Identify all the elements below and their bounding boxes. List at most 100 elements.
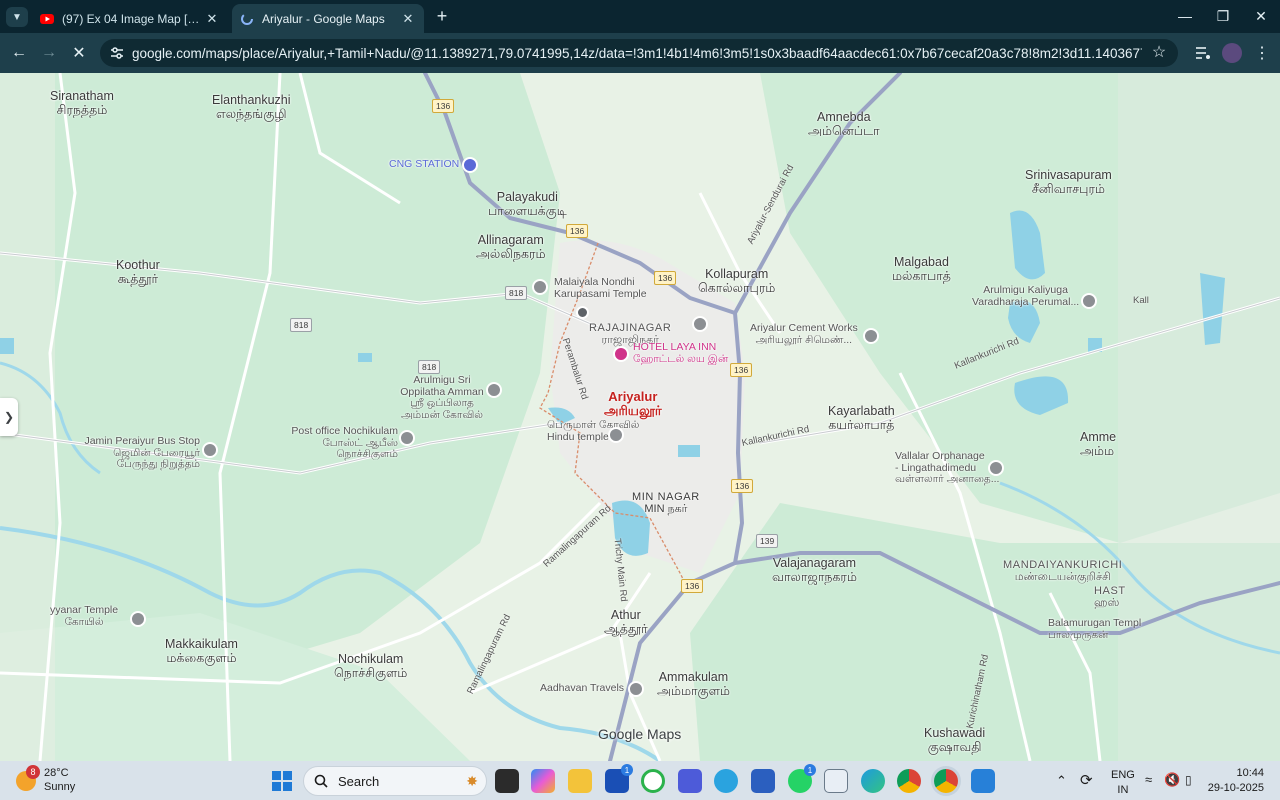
place-label[interactable]: Kayarlabath கயர்லாபாத் — [828, 404, 895, 433]
address-bar[interactable]: google.com/maps/place/Ariyalur,+Tamil+Na… — [100, 39, 1178, 67]
telegram-icon[interactable] — [714, 769, 738, 793]
sync-icon[interactable]: ⟳ — [1080, 771, 1093, 789]
place-label[interactable]: Nochikulam நொச்சிகுளம் — [334, 652, 407, 681]
landmark-pin-icon[interactable] — [692, 316, 708, 332]
place-label[interactable]: Siranatham சிரநத்தம் — [50, 89, 114, 118]
language-indicator[interactable]: ENG IN — [1111, 768, 1135, 798]
orphanage-pin-icon[interactable] — [988, 460, 1004, 476]
tab-close-icon[interactable]: ✕ — [204, 11, 220, 27]
windows-taskbar: 8 28°C Sunny Search ✸ 1 1 ⌃ ⟳ ENG IN ≈ 🔇 ▯… — [0, 761, 1280, 800]
road-shield-818: 818 — [418, 360, 441, 374]
weather-widget[interactable]: 8 28°C Sunny — [16, 765, 75, 796]
minimize-button[interactable]: — — [1170, 4, 1200, 28]
road-shield-818: 818 — [505, 286, 528, 300]
map-canvas[interactable]: 136 136 136 136 136 136 818 818 818 139 … — [0, 73, 1280, 761]
taskbar-search-box[interactable]: Search ✸ — [303, 766, 487, 796]
place-label[interactable]: Malgabad மல்காபாத் — [892, 255, 951, 284]
tab-youtube[interactable]: (97) Ex 04 Image Map [English V ✕ — [32, 4, 228, 33]
temple-pin-icon[interactable] — [130, 611, 146, 627]
travel-agency-pin-icon[interactable] — [628, 681, 644, 697]
city-label-ariyalur[interactable]: Ariyalur அரியலூர் — [604, 389, 662, 419]
chrome-icon[interactable] — [897, 769, 921, 793]
poi-label[interactable]: பெருமாள் கோவில் Hindu temple — [547, 419, 639, 443]
poi-label[interactable]: yyanar Temple கோயில் — [50, 604, 118, 628]
learning-app-icon[interactable]: 1 — [605, 764, 633, 793]
neighborhood-label[interactable]: HAST ஹஸ் — [1094, 585, 1126, 609]
maximize-button[interactable]: ❐ — [1208, 4, 1238, 28]
copilot-icon[interactable] — [531, 769, 555, 793]
forward-button[interactable]: → — [38, 42, 60, 64]
file-explorer-icon[interactable] — [568, 769, 592, 793]
place-label[interactable]: Srinivasapuram சீனிவாசபுரம் — [1025, 168, 1112, 197]
place-label[interactable]: Allinagaram அல்லிநகரம் — [476, 233, 546, 262]
hotel-pin-icon[interactable] — [613, 346, 629, 362]
place-label[interactable]: Amnebda அம்னெப்டா — [808, 110, 880, 139]
stop-loading-button[interactable]: ✕ — [68, 42, 90, 64]
whatsapp-icon[interactable]: 1 — [788, 764, 816, 793]
bookmark-star-icon[interactable]: ☆ — [1150, 44, 1168, 62]
profile-avatar[interactable] — [1221, 42, 1243, 64]
place-label[interactable]: Ammakulam அம்மாகுளம் — [657, 670, 730, 699]
loop-app-icon[interactable] — [641, 769, 665, 793]
poi-label[interactable]: Malaiyala Nondhi Karupasami Temple — [554, 276, 647, 300]
bus-stop-pin-icon[interactable] — [202, 442, 218, 458]
place-label[interactable]: Palayakudi பாளையக்குடி — [488, 190, 567, 219]
factory-pin-icon[interactable] — [863, 328, 879, 344]
sun-icon: 8 — [16, 765, 40, 791]
temple-pin-icon[interactable] — [486, 382, 502, 398]
place-label[interactable]: Amme அம்ம — [1080, 430, 1116, 459]
poi-label[interactable]: CNG STATION — [389, 158, 459, 171]
road-shield-136: 136 — [432, 99, 455, 113]
app-icon[interactable] — [678, 769, 702, 793]
temple-pin-icon[interactable] — [608, 427, 624, 443]
poi-label[interactable]: Arulmigu Sri Oppilatha Amman ஸ்ரீ ஒப்பிலா… — [400, 374, 484, 421]
site-settings-icon[interactable] — [109, 45, 125, 61]
expand-side-panel-button[interactable]: ❯ — [0, 398, 18, 436]
post-office-pin-icon[interactable] — [399, 430, 415, 446]
windows-start-icon[interactable] — [272, 771, 292, 791]
battery-icon[interactable]: ▯ — [1185, 773, 1192, 787]
poi-label[interactable]: Ariyalur Cement Works அரியலூர் சிமெண்... — [750, 322, 858, 346]
url-text: google.com/maps/place/Ariyalur,+Tamil+Na… — [132, 45, 1142, 61]
tab-search-button[interactable]: ▼ — [6, 7, 28, 27]
neighborhood-label[interactable]: MANDAIYANKURICHI மண்டையன்குறிச்சி — [1003, 559, 1122, 583]
temple-pin-icon[interactable] — [532, 279, 548, 295]
place-label[interactable]: Kushawadi குஷாவதி — [924, 726, 985, 755]
vscode-icon[interactable] — [971, 769, 995, 793]
document-app-icon[interactable] — [824, 769, 848, 793]
poi-label[interactable]: Balamurugan Templ பாலமுருகன் — [1048, 617, 1141, 641]
reading-list-icon[interactable] — [1192, 42, 1214, 64]
chrome-profile-icon[interactable] — [934, 769, 958, 793]
place-label[interactable]: Kollapuram கொல்லாபுரம் — [698, 267, 775, 296]
new-tab-button[interactable]: + — [432, 6, 452, 26]
place-label[interactable]: MIN NAGAR MIN நகர் — [632, 491, 700, 515]
poi-label[interactable]: Jamin Peraiyur Bus Stop ஜெமின் பேரையூர் ப… — [82, 435, 200, 471]
edge-icon[interactable] — [861, 769, 885, 793]
place-label[interactable]: Elanthankuzhi எலந்தங்குழி — [212, 93, 291, 122]
road-shield-136: 136 — [654, 271, 677, 285]
poi-label[interactable]: Aadhavan Travels — [540, 682, 624, 695]
task-view-icon[interactable] — [495, 769, 519, 793]
hotel-label[interactable]: HOTEL LAYA INN ஹோட்டல் லய இன் — [633, 341, 728, 365]
place-label[interactable]: Koothur கூத்தூர் — [116, 258, 160, 287]
poi-label[interactable]: Arulmigu Kaliyuga Varadharaja Perumal... — [972, 284, 1079, 308]
tab-google-maps[interactable]: Ariyalur - Google Maps ✕ — [232, 4, 424, 33]
tab-close-icon[interactable]: ✕ — [400, 11, 416, 27]
gas-station-pin-icon[interactable] — [462, 157, 478, 173]
browser-menu-icon[interactable]: ⋮ — [1251, 42, 1273, 64]
poi-label[interactable]: Post office Nochikulam போஸ்ட் ஆபீஸ் நொச்ச… — [283, 425, 398, 461]
close-window-button[interactable]: ✕ — [1246, 4, 1276, 28]
place-label[interactable]: Valajanagaram வாலாஜாநகரம் — [772, 556, 857, 585]
hospital-pin-icon[interactable] — [576, 306, 589, 319]
system-clock[interactable]: 10:44 29-10-2025 — [1208, 766, 1264, 796]
poi-label[interactable]: Vallalar Orphanage - Lingathadimedu வள்ளல… — [895, 450, 999, 486]
wifi-icon[interactable]: ≈ — [1145, 772, 1152, 787]
search-icon — [314, 774, 328, 788]
place-label[interactable]: Athur ஆத்தூர் — [604, 608, 648, 637]
back-button[interactable]: ← — [8, 42, 30, 64]
temple-pin-icon[interactable] — [1081, 293, 1097, 309]
store-icon[interactable] — [751, 769, 775, 793]
show-hidden-icons-chevron[interactable]: ⌃ — [1056, 773, 1067, 789]
place-label[interactable]: Makkaikulam மக்கைகுளம் — [165, 637, 238, 666]
volume-muted-icon[interactable]: 🔇 — [1164, 772, 1180, 788]
